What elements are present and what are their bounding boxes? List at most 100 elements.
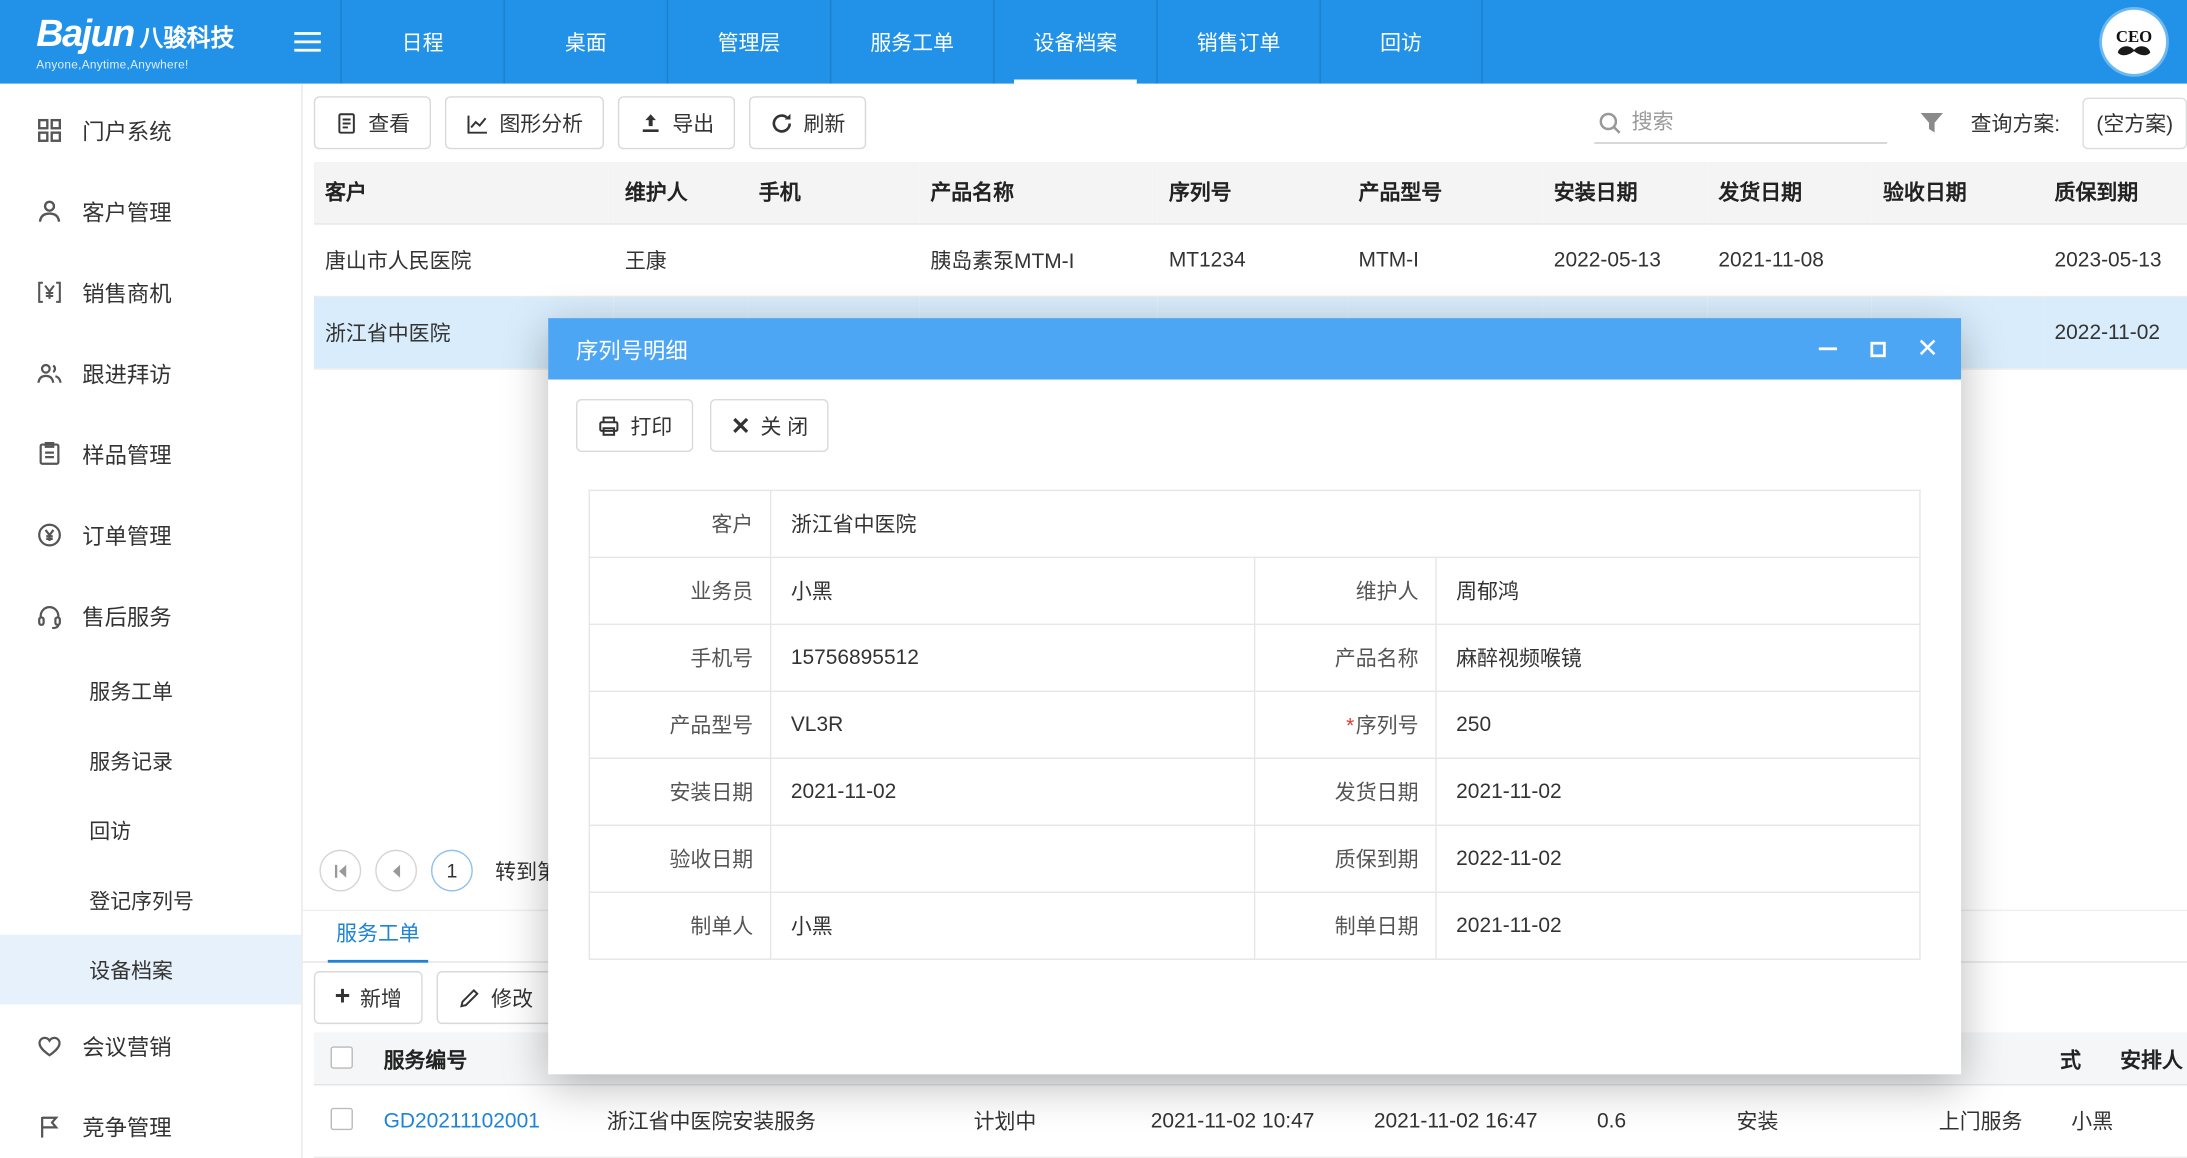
sidebar-item-label: 服务工单 [89, 680, 173, 704]
flag-icon [41, 1115, 59, 1137]
sidebar-item-customers[interactable]: 客户管理 [0, 170, 301, 251]
tab-service-orders[interactable]: 服务工单 [327, 918, 429, 963]
nav-tab-schedule[interactable]: 日程 [340, 0, 503, 84]
top-nav: 日程 桌面 管理层 服务工单 设备档案 销售订单 回访 [340, 0, 1483, 84]
filter-icon[interactable] [1918, 109, 1946, 137]
pencil-icon [460, 988, 479, 1007]
col-header-service-id: 服务编号 [383, 1048, 468, 1073]
headset-icon [38, 605, 61, 629]
field-label: 业务员 [588, 556, 772, 626]
modal-close-button[interactable]: ✕ 关 闭 [709, 399, 830, 453]
field-label: 维护人 [1253, 556, 1437, 626]
field-value: 浙江省中医院 [769, 489, 1921, 559]
minimize-icon[interactable] [1816, 338, 1838, 360]
sidebar-item-aftersales[interactable]: 售后服务 [0, 575, 301, 656]
field-value: 2021-11-02 [769, 757, 1256, 826]
field-value: 2021-11-02 [1435, 891, 1921, 960]
sidebar-sub-device-archive[interactable]: 设备档案 [0, 934, 302, 1005]
menu-toggle-icon[interactable] [273, 0, 340, 84]
sidebar-item-meetings[interactable]: 会议营销 [0, 1005, 301, 1086]
sidebar-sub-service-records[interactable]: 服务记录 [0, 726, 301, 796]
nav-tab-device-archive[interactable]: 设备档案 [993, 0, 1156, 84]
cell [747, 223, 920, 297]
view-button[interactable]: 查看 [313, 96, 432, 150]
chart-icon [467, 114, 487, 133]
cell [1871, 223, 2044, 297]
app-logo[interactable]: Bajun 八骏科技 Anyone,Anytime,Anywhere! [0, 0, 273, 84]
device-row[interactable]: 唐山市人民医院 王康 胰岛素泵MTM-I MT1234 MTM-I 2022-0… [313, 223, 2187, 297]
modal-title: 序列号明细 [576, 340, 688, 365]
first-page-icon [334, 864, 346, 878]
service-row[interactable]: GD20211102001 浙江省中医院安装服务 计划中 2021-11-02 … [313, 1085, 2187, 1158]
export-button[interactable]: 导出 [617, 96, 736, 150]
modal-header: 序列号明细 ✕ [548, 318, 1962, 380]
sidebar-item-samples[interactable]: 样品管理 [0, 413, 301, 494]
close-button-label: 关 闭 [760, 415, 809, 439]
query-plan-select[interactable]: (空方案) [2082, 96, 2187, 149]
col-header-ship-date: 发货日期 [1707, 161, 1872, 224]
sidebar-item-label: 竞争管理 [82, 1117, 172, 1142]
nav-tab-management[interactable]: 管理层 [666, 0, 830, 84]
refresh-button-label: 刷新 [803, 112, 846, 137]
printer-icon [599, 415, 619, 436]
sidebar-item-visits[interactable]: 跟进拜访 [0, 332, 301, 413]
cell: 胰岛素泵MTM-I [919, 223, 1158, 297]
field-value: 小黑 [769, 891, 1256, 960]
refresh-icon [772, 113, 792, 132]
nav-tab-revisit[interactable]: 回访 [1319, 0, 1483, 84]
sidebar-item-label: 客户管理 [82, 202, 172, 227]
sidebar-sub-service-orders[interactable]: 服务工单 [0, 656, 301, 726]
cell: 2021-11-02 10:47 [1150, 1109, 1315, 1133]
current-page[interactable]: 1 [430, 849, 473, 892]
nav-tab-sales-orders[interactable]: 销售订单 [1156, 0, 1319, 84]
edit-button[interactable]: 修改 [436, 971, 554, 1025]
prev-page-icon [392, 864, 400, 878]
col-header-assignee: 安排人 [2120, 1048, 2183, 1073]
service-id-link[interactable]: GD20211102001 [372, 1109, 595, 1133]
users-icon [37, 363, 62, 383]
sidebar-sub-revisit[interactable]: 回访 [0, 795, 301, 865]
search-input[interactable] [1631, 110, 1869, 134]
field-value [769, 824, 1256, 893]
prev-page-button[interactable] [375, 849, 418, 892]
plus-icon: + [334, 981, 351, 1011]
sidebar-item-label: 跟进拜访 [82, 364, 172, 388]
print-button[interactable]: 打印 [576, 399, 694, 453]
chart-analysis-button[interactable]: 图形分析 [444, 96, 604, 150]
query-plan-label: 查询方案: [1970, 112, 2061, 137]
col-header-serial: 序列号 [1157, 161, 1348, 224]
sidebar-sub-serial-register[interactable]: 登记序列号 [0, 865, 301, 935]
first-page-button[interactable] [319, 849, 362, 892]
add-button[interactable]: + 新增 [313, 971, 423, 1025]
sidebar-item-orders[interactable]: 订单管理 [0, 494, 301, 575]
row-checkbox[interactable] [330, 1107, 353, 1130]
field-value: VL3R [769, 690, 1256, 759]
sidebar-item-label: 销售商机 [82, 283, 172, 307]
sidebar-item-competition[interactable]: 竞争管理 [0, 1085, 301, 1158]
topbar: Bajun 八骏科技 Anyone,Anytime,Anywhere! 日程 桌… [0, 0, 2187, 84]
avatar[interactable]: CEO [2101, 9, 2167, 74]
col-header-product: 产品名称 [919, 161, 1158, 224]
edit-button-label: 修改 [491, 987, 534, 1011]
print-button-label: 打印 [630, 415, 673, 439]
sidebar-item-label: 售后服务 [82, 606, 172, 631]
col-header-customer: 客户 [313, 161, 614, 224]
nav-tab-service-orders[interactable]: 服务工单 [829, 0, 993, 84]
field-label: 制单日期 [1253, 891, 1437, 960]
cell: 王康 [613, 223, 748, 297]
maximize-icon[interactable] [1866, 338, 1888, 360]
field-label: 产品名称 [1253, 623, 1437, 693]
close-icon[interactable]: ✕ [1916, 336, 1938, 363]
cell: 浙江省中医院安装服务 [606, 1110, 816, 1135]
sidebar-item-opportunities[interactable]: 销售商机 [0, 251, 301, 332]
cell: 小黑 [2071, 1110, 2114, 1135]
nav-tab-desktop[interactable]: 桌面 [503, 0, 667, 84]
field-value: 周郁鸿 [1435, 556, 1921, 626]
field-label: 产品型号 [588, 690, 772, 759]
cell: 唐山市人民医院 [313, 223, 614, 297]
select-all-checkbox[interactable] [330, 1046, 353, 1069]
sidebar-item-portal[interactable]: 门户系统 [0, 89, 301, 170]
search-box [1594, 103, 1887, 144]
sidebar-item-label: 门户系统 [82, 121, 172, 146]
refresh-button[interactable]: 刷新 [749, 96, 867, 150]
